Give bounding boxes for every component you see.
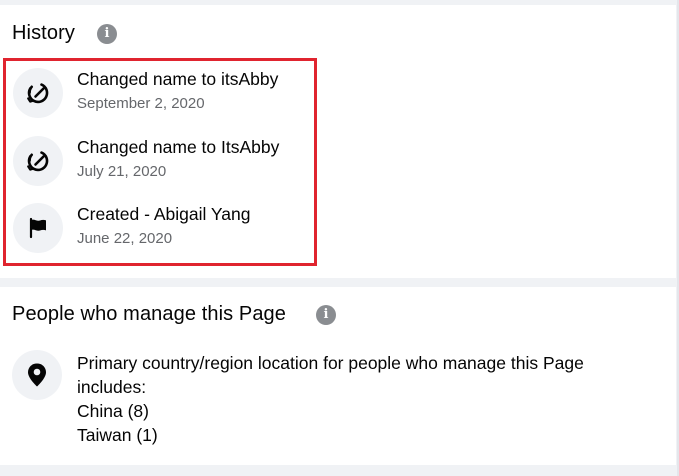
manager-location-description: Primary country/region location for peop… <box>77 353 584 373</box>
manager-location-description-cont: includes: <box>77 377 147 397</box>
info-icon[interactable]: i <box>316 305 336 325</box>
history-item-title: Created - Abigail Yang <box>77 204 251 224</box>
location-pin-icon <box>12 350 62 400</box>
info-icon[interactable]: i <box>97 24 117 44</box>
manager-location-info: Primary country/region location for peop… <box>77 351 657 447</box>
edit-name-icon <box>13 68 63 118</box>
flag-icon <box>13 203 63 253</box>
people-who-manage-title: People who manage this Page <box>12 303 286 325</box>
country-item-taiwan: Taiwan (1) <box>77 425 158 445</box>
history-item-date: July 21, 2020 <box>77 163 167 180</box>
history-item-name-change-2: Changed name to ItsAbby July 21, 2020 <box>13 136 303 188</box>
history-item-title: Changed name to ItsAbby <box>77 137 280 157</box>
history-item-title: Changed name to itsAbby <box>77 69 279 89</box>
history-item-created: Created - Abigail Yang June 22, 2020 <box>13 203 303 255</box>
history-item-date: June 22, 2020 <box>77 230 173 247</box>
history-title: History <box>12 22 75 44</box>
country-item-china: China (8) <box>77 401 149 421</box>
history-item-date: September 2, 2020 <box>77 95 205 112</box>
edit-name-icon <box>13 136 63 186</box>
history-item-name-change-1: Changed name to itsAbby September 2, 202… <box>13 68 303 120</box>
